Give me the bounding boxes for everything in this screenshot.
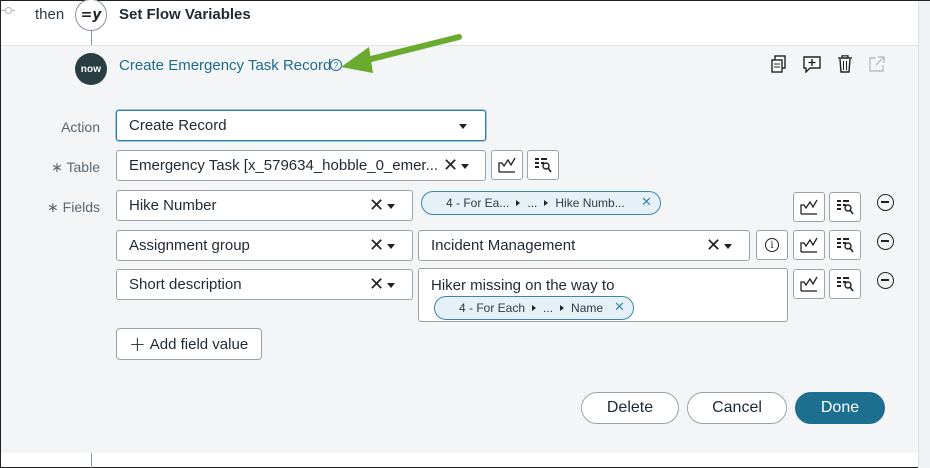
- action-select-value: Create Record: [129, 117, 227, 134]
- add-field-value-label: Add field value: [149, 335, 249, 353]
- remove-field-icon[interactable]: [877, 233, 894, 250]
- pill-separator-icon: [544, 200, 549, 206]
- step-title[interactable]: Set Flow Variables: [119, 6, 251, 23]
- chevron-down-icon[interactable]: [461, 164, 469, 169]
- table-value: Emergency Task [x_579634_hobble_0_emer..…: [129, 157, 439, 174]
- fields-label: ∗ Fields: [47, 199, 100, 215]
- clear-icon[interactable]: ✕: [369, 197, 384, 215]
- data-pill-picker-button[interactable]: [491, 150, 523, 180]
- clear-icon[interactable]: ✕: [369, 237, 384, 255]
- step-connector-bottom: [91, 453, 92, 468]
- open-external-icon: [869, 56, 885, 72]
- field-name-select[interactable]: Assignment group ✕: [116, 230, 413, 261]
- field-value: Incident Management: [431, 237, 576, 254]
- pill-segment: 4 - For Ea...: [446, 196, 510, 210]
- screen-frame: then =y Set Flow Variables now Create Em…: [0, 0, 930, 468]
- remove-pill-icon[interactable]: ✕: [614, 300, 625, 315]
- action-label: Action: [61, 119, 100, 135]
- list-search-icon: [535, 158, 552, 173]
- then-label: then: [35, 6, 65, 23]
- list-search-icon: [837, 200, 854, 215]
- clear-icon[interactable]: ✕: [369, 276, 384, 294]
- chevron-down-icon[interactable]: [387, 204, 395, 209]
- field-name-select[interactable]: Short description ✕: [116, 269, 413, 300]
- info-icon: i: [765, 238, 779, 252]
- scrollbar-track[interactable]: [918, 1, 930, 468]
- copy-icon[interactable]: [771, 55, 787, 73]
- cancel-button[interactable]: Cancel: [687, 392, 787, 424]
- comment-icon[interactable]: [803, 55, 821, 73]
- data-pill-picker-button[interactable]: [793, 192, 825, 222]
- chevron-down-icon[interactable]: [387, 244, 395, 249]
- field-value: Hiker missing on the way to: [431, 277, 615, 294]
- data-pill-icon: [800, 276, 818, 292]
- delete-button[interactable]: Delete: [581, 392, 679, 424]
- field-value-select[interactable]: Incident Management ✕: [418, 230, 750, 261]
- step-connector: [91, 31, 92, 46]
- set-variables-icon: =y: [75, 0, 107, 31]
- pill-separator-icon: [516, 200, 521, 206]
- action-select[interactable]: Create Record: [116, 110, 486, 141]
- pill-segment: Hike Numb...: [555, 196, 625, 210]
- pill-separator-icon: [560, 305, 565, 311]
- table-lookup-button[interactable]: [527, 150, 559, 180]
- field-lookup-button[interactable]: [829, 230, 861, 260]
- plus-icon: +: [129, 332, 146, 356]
- chevron-down-icon[interactable]: [387, 283, 395, 288]
- chevron-down-icon: [459, 124, 467, 129]
- table-reference-field[interactable]: Emergency Task [x_579634_hobble_0_emer..…: [116, 150, 486, 181]
- data-pill-icon: [498, 157, 516, 173]
- pill-segment: ...: [527, 196, 538, 210]
- trash-icon[interactable]: [837, 55, 853, 73]
- field-name: Hike Number: [129, 197, 217, 214]
- list-search-icon: [837, 238, 854, 253]
- list-search-icon: [837, 277, 854, 292]
- done-button[interactable]: Done: [795, 392, 885, 424]
- field-lookup-button[interactable]: [829, 269, 861, 299]
- info-button[interactable]: i: [756, 230, 788, 260]
- add-field-value-button[interactable]: + Add field value: [116, 328, 262, 360]
- remove-pill-icon[interactable]: ✕: [641, 195, 652, 210]
- table-label: ∗ Table: [51, 159, 100, 175]
- data-pill-picker-button[interactable]: [793, 269, 825, 299]
- data-pill[interactable]: 4 - For Ea... ... Hike Numb... ✕: [421, 191, 661, 215]
- field-name: Short description: [129, 276, 242, 293]
- field-name-select[interactable]: Hike Number ✕: [116, 190, 413, 221]
- remove-field-icon[interactable]: [877, 272, 894, 289]
- connector-dot: [5, 7, 12, 14]
- data-pill[interactable]: 4 - For Each ... Name ✕: [434, 296, 634, 320]
- servicenow-logo-icon: now: [75, 53, 107, 85]
- action-title-link[interactable]: Create Emergency Task Record: [119, 57, 331, 74]
- pill-segment: ...: [543, 301, 554, 315]
- clear-icon[interactable]: ✕: [706, 237, 721, 255]
- chevron-down-icon[interactable]: [724, 244, 732, 249]
- pill-segment: 4 - For Each: [459, 301, 526, 315]
- data-pill-icon: [800, 199, 818, 215]
- clear-icon[interactable]: ✕: [443, 157, 458, 175]
- field-name: Assignment group: [129, 237, 250, 254]
- annotation-arrow-icon: [341, 34, 462, 73]
- field-lookup-button[interactable]: [829, 192, 861, 222]
- pill-segment: Name: [571, 301, 604, 315]
- pill-separator-icon: [532, 305, 537, 311]
- remove-field-icon[interactable]: [877, 194, 894, 211]
- data-pill-icon: [800, 237, 818, 253]
- data-pill-picker-button[interactable]: [793, 230, 825, 260]
